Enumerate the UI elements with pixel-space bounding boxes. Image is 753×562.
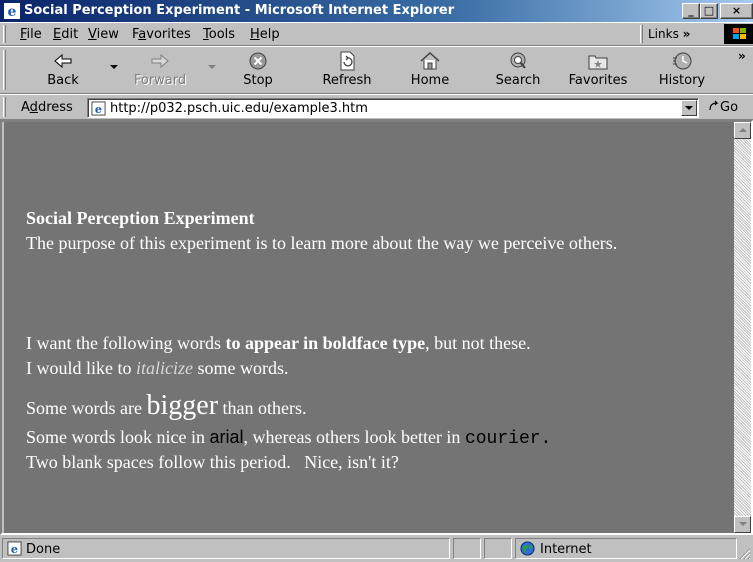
svg-text:e: e [8,4,17,19]
italic-line: I would like to italicize some words. [26,358,289,378]
favorites-button[interactable]: Favorites [560,49,636,88]
chevron-down-icon [685,106,693,110]
menu-edit[interactable]: Edit [53,27,78,42]
address-grip[interactable] [3,97,6,117]
menu-tools[interactable]: Tools [203,27,235,42]
status-secure-panel [484,538,512,559]
history-icon [673,52,692,70]
forward-arrow-icon [151,53,169,69]
menu-bar: File Edit View Favorites Tools Help Link… [0,22,753,46]
history-button[interactable]: History [652,49,712,88]
address-input[interactable]: e http://p032.psch.uic.edu/example3.htm [87,98,699,118]
ie-logo-icon: e [4,3,20,19]
svg-text:e: e [11,542,18,556]
window-title: Social Perception Experiment - Microsoft… [24,3,455,18]
stop-button[interactable]: Stop [236,49,280,88]
forward-dropdown-icon[interactable] [208,65,216,70]
search-button[interactable]: Search [486,49,550,88]
home-icon [420,51,440,70]
zone-text: Internet [540,542,592,557]
toolbar-grip[interactable] [3,50,6,90]
back-button[interactable]: Back [38,49,88,88]
menu-file[interactable]: File [20,27,42,42]
status-panel: e Done [2,538,450,559]
menu-view[interactable]: View [88,27,119,42]
status-bar: e Done Internet [0,535,753,562]
vertical-scrollbar[interactable] [734,122,751,533]
page-content: Social Perception Experiment The purpose… [4,122,734,533]
back-dropdown-icon[interactable] [110,65,118,70]
zone-panel: Internet [515,538,737,559]
status-progress-panel [453,538,481,559]
scroll-up-button[interactable] [734,122,751,139]
stop-icon [249,52,267,70]
home-button[interactable]: Home [405,49,455,88]
title-bar: e Social Perception Experiment - Microso… [0,0,753,22]
toolbar-chevron[interactable]: » [738,49,746,63]
standard-toolbar: Back Forward Stop Refresh Home Search Fa… [0,46,753,94]
close-button[interactable]: × [720,3,753,19]
resize-grip-icon[interactable] [738,547,751,560]
refresh-button[interactable]: Refresh [313,49,381,88]
address-url: http://p032.psch.uic.edu/example3.htm [110,101,368,116]
svg-text:e: e [95,102,102,116]
go-arrow-icon [709,100,719,111]
forward-button[interactable]: Forward [130,49,190,88]
scroll-down-icon [738,522,747,526]
bold-line: I want the following words to appear in … [26,333,531,353]
spaces-line: Two blank spaces follow this period. Nic… [26,452,399,472]
status-page-icon: e [7,541,22,556]
back-arrow-icon [54,53,72,69]
links-grip[interactable] [640,25,643,43]
scroll-up-icon [738,128,747,132]
address-bar: Address e http://p032.psch.uic.edu/examp… [0,94,753,120]
windows-logo-icon [724,24,753,44]
big-line: Some words are bigger than others. [26,390,307,421]
scroll-down-button[interactable] [734,516,751,533]
search-icon [510,52,526,69]
page-heading: Social Perception Experiment [26,208,255,228]
links-button[interactable]: Links » [648,27,690,41]
address-dropdown-button[interactable] [681,100,697,116]
status-text: Done [26,542,61,557]
address-label: Address [21,100,73,115]
minimize-button[interactable]: _ [682,3,700,19]
maximize-button[interactable]: □ [700,3,718,19]
refresh-icon [340,51,355,71]
page-icon: e [91,101,106,116]
menu-grip[interactable] [3,25,6,43]
go-button[interactable]: Go [708,100,738,115]
favorites-folder-icon [588,55,608,70]
font-line: Some words look nice in arial, whereas o… [26,427,552,449]
menu-favorites[interactable]: Favorites [132,27,191,42]
intro-paragraph: The purpose of this experiment is to lea… [26,233,618,253]
menu-help[interactable]: Help [250,27,280,42]
globe-icon [520,541,535,556]
